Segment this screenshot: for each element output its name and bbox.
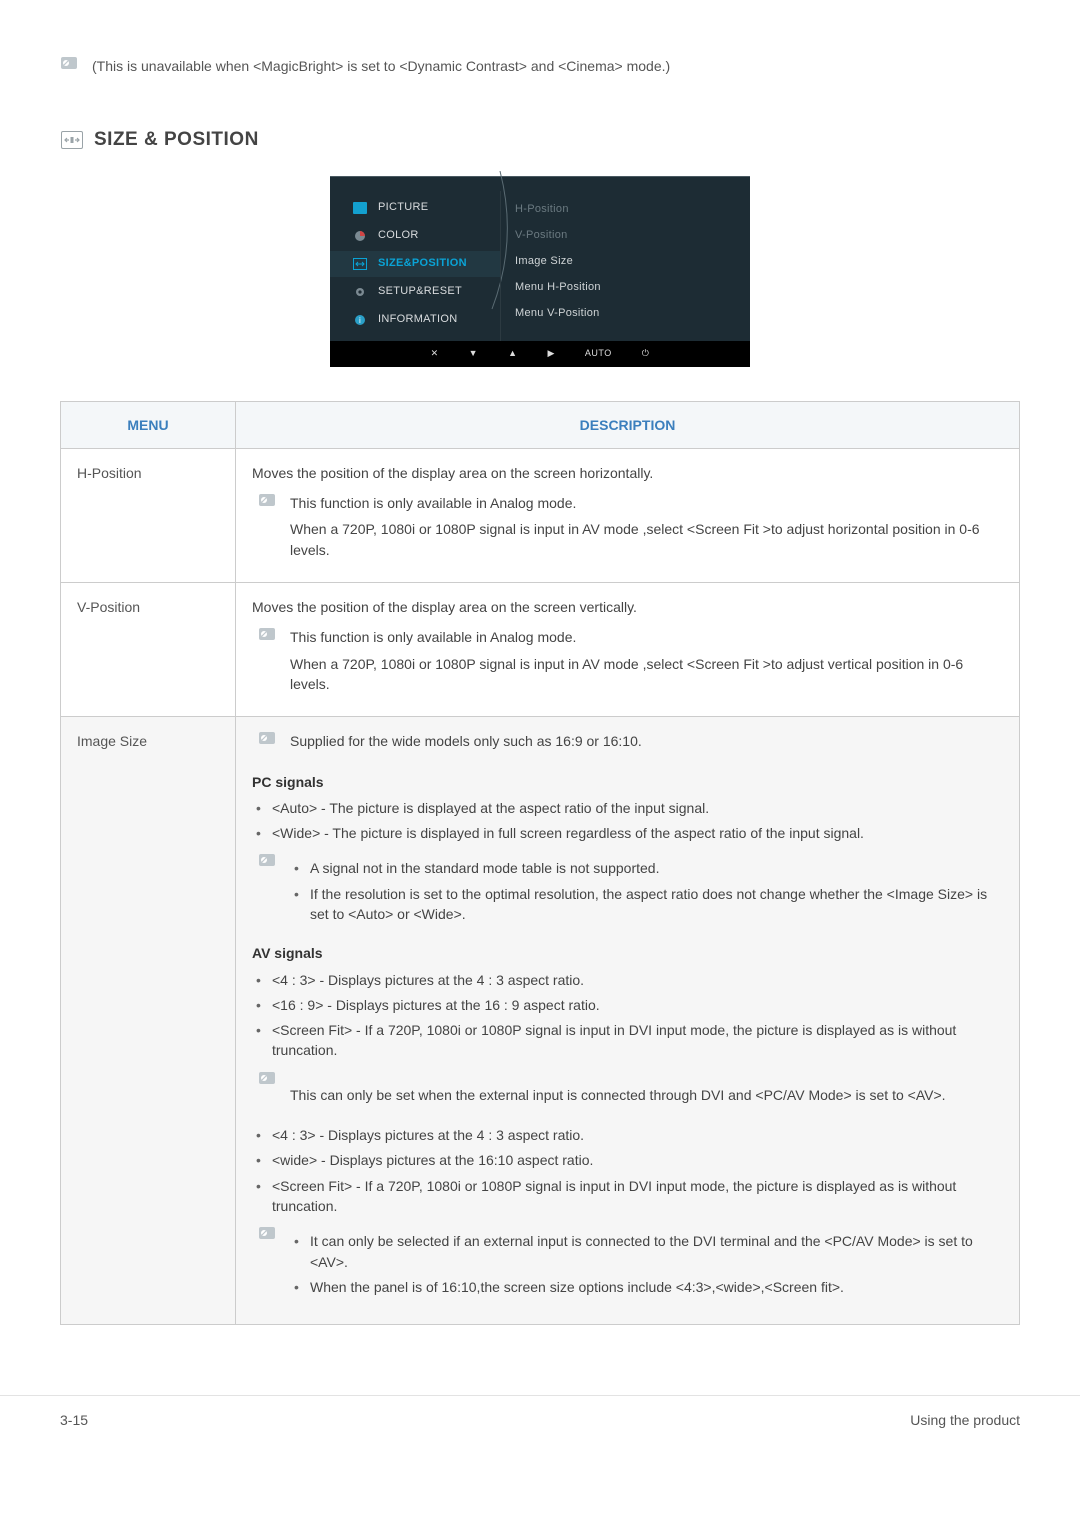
osd-item-color: COLOR bbox=[330, 223, 500, 249]
table-row: H-Position Moves the position of the dis… bbox=[61, 448, 1020, 582]
osd-left-menu: PICTURE COLOR SIZE&POSITION bbox=[330, 191, 500, 341]
menu-cell-h-position: H-Position bbox=[61, 448, 236, 582]
list-item: <Auto> - The picture is displayed at the… bbox=[252, 798, 1003, 818]
osd-btn-auto: AUTO bbox=[585, 347, 612, 360]
osd-btn-power-icon: ⏻ bbox=[642, 347, 650, 360]
th-description: DESCRIPTION bbox=[236, 401, 1020, 448]
section-heading: SIZE & POSITION bbox=[60, 126, 1020, 154]
lead-text: Moves the position of the display area o… bbox=[252, 597, 1003, 617]
gear-icon bbox=[352, 285, 368, 299]
osd-label: PICTURE bbox=[378, 200, 428, 216]
table-row: Image Size Supplied for the wide models … bbox=[61, 717, 1020, 1325]
list-item: <wide> - Displays pictures at the 16:10 … bbox=[252, 1150, 1003, 1170]
list-item: A signal not in the standard mode table … bbox=[290, 858, 1003, 878]
desc-cell-image-size: Supplied for the wide models only such a… bbox=[236, 717, 1020, 1325]
osd-label: INFORMATION bbox=[378, 312, 457, 328]
table-row: V-Position Moves the position of the dis… bbox=[61, 583, 1020, 717]
note-line: This can only be set when the external i… bbox=[290, 1085, 1003, 1105]
picture-icon bbox=[352, 201, 368, 215]
av-signals-heading: AV signals bbox=[252, 943, 1003, 963]
note-line: This function is only available in Analo… bbox=[290, 493, 1003, 513]
list-item: <16 : 9> - Displays pictures at the 16 :… bbox=[252, 995, 1003, 1015]
list-item: If the resolution is set to the optimal … bbox=[290, 884, 1003, 925]
osd-btn-up-icon: ▲ bbox=[508, 347, 517, 360]
osd-option-menu-v-position: Menu V-Position bbox=[515, 301, 740, 327]
menu-description-table: MENU DESCRIPTION H-Position Moves the po… bbox=[60, 401, 1020, 1326]
note-icon bbox=[258, 853, 276, 867]
page-footer: 3-15 Using the product bbox=[0, 1395, 1080, 1460]
lead-text: Moves the position of the display area o… bbox=[252, 463, 1003, 483]
osd-item-setup-reset: SETUP&RESET bbox=[330, 279, 500, 305]
desc-cell-v-position: Moves the position of the display area o… bbox=[236, 583, 1020, 717]
note-icon bbox=[258, 493, 276, 507]
svg-text:i: i bbox=[359, 316, 361, 325]
list-item: <4 : 3> - Displays pictures at the 4 : 3… bbox=[252, 970, 1003, 990]
osd-label: COLOR bbox=[378, 228, 419, 244]
osd-item-picture: PICTURE bbox=[330, 195, 500, 221]
page-number: 3-15 bbox=[60, 1410, 88, 1430]
list-item: <Wide> - The picture is displayed in ful… bbox=[252, 823, 1003, 843]
osd-footer-buttons: ✕ ▼ ▲ ▶ AUTO ⏻ bbox=[330, 341, 750, 367]
note-line: When a 720P, 1080i or 1080P signal is in… bbox=[290, 654, 1003, 695]
note-line: When a 720P, 1080i or 1080P signal is in… bbox=[290, 519, 1003, 560]
pc-signals-heading: PC signals bbox=[252, 772, 1003, 792]
osd-option-v-position: V-Position bbox=[515, 223, 740, 249]
osd-label: SIZE&POSITION bbox=[378, 256, 467, 272]
sizepos-icon bbox=[352, 257, 368, 271]
desc-cell-h-position: Moves the position of the display area o… bbox=[236, 448, 1020, 582]
osd-btn-enter-icon: ▶ bbox=[548, 347, 555, 360]
list-item: It can only be selected if an external i… bbox=[290, 1231, 1003, 1272]
osd-label: SETUP&RESET bbox=[378, 284, 462, 300]
osd-btn-down-icon: ▼ bbox=[469, 347, 478, 360]
note-icon bbox=[60, 56, 78, 70]
menu-cell-image-size: Image Size bbox=[61, 717, 236, 1325]
osd-option-image-size: Image Size bbox=[515, 249, 740, 275]
size-position-icon bbox=[60, 130, 84, 150]
osd-btn-close-icon: ✕ bbox=[431, 347, 439, 360]
osd-option-menu-h-position: Menu H-Position bbox=[515, 275, 740, 301]
th-menu: MENU bbox=[61, 401, 236, 448]
note-line: Supplied for the wide models only such a… bbox=[290, 731, 1003, 751]
osd-right-menu: H-Position V-Position Image Size Menu H-… bbox=[500, 191, 750, 341]
note-icon bbox=[258, 627, 276, 641]
osd-option-h-position: H-Position bbox=[515, 197, 740, 223]
section-title-label: SIZE & POSITION bbox=[94, 126, 259, 154]
magicbright-unavailable-note: (This is unavailable when <MagicBright> … bbox=[60, 56, 1020, 76]
info-icon: i bbox=[352, 313, 368, 327]
list-item: <4 : 3> - Displays pictures at the 4 : 3… bbox=[252, 1125, 1003, 1145]
note-icon bbox=[258, 731, 276, 745]
footer-section-label: Using the product bbox=[910, 1410, 1020, 1430]
note-icon bbox=[258, 1226, 276, 1240]
note-text: (This is unavailable when <MagicBright> … bbox=[92, 56, 670, 76]
color-icon bbox=[352, 229, 368, 243]
note-line: This function is only available in Analo… bbox=[290, 627, 1003, 647]
list-item: <Screen Fit> - If a 720P, 1080i or 1080P… bbox=[252, 1020, 1003, 1061]
list-item: <Screen Fit> - If a 720P, 1080i or 1080P… bbox=[252, 1176, 1003, 1217]
menu-cell-v-position: V-Position bbox=[61, 583, 236, 717]
list-item: When the panel is of 16:10,the screen si… bbox=[290, 1277, 1003, 1297]
osd-screenshot: PICTURE COLOR SIZE&POSITION bbox=[60, 176, 1020, 377]
osd-item-size-position: SIZE&POSITION bbox=[330, 251, 500, 277]
note-icon bbox=[258, 1071, 276, 1085]
osd-item-information: i INFORMATION bbox=[330, 307, 500, 333]
